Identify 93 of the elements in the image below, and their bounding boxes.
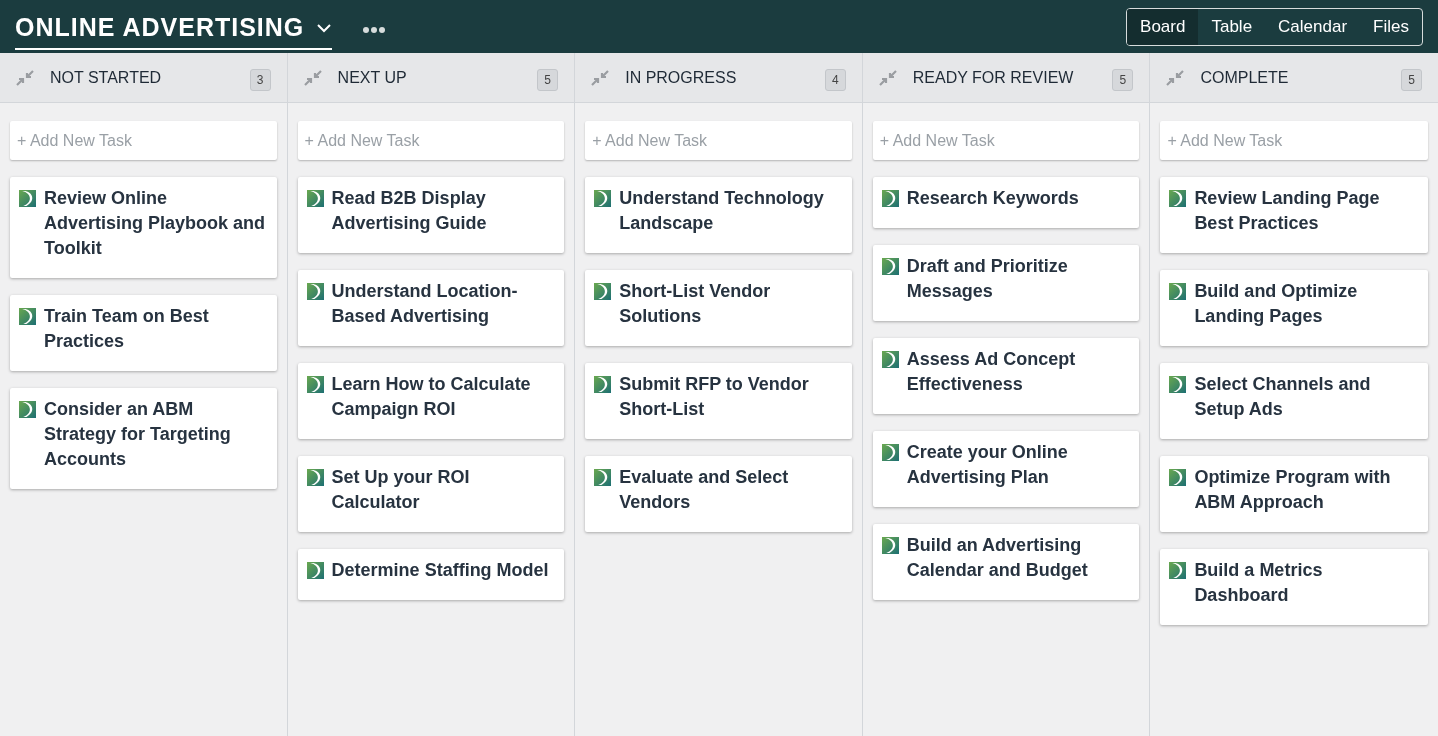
task-title: Evaluate and Select Vendors <box>619 466 790 514</box>
logo-icon <box>1169 376 1187 393</box>
logo-icon <box>1169 562 1187 579</box>
task-card[interactable]: Read B2B Display Advertising Guide <box>297 177 565 253</box>
task-title: Understand Location-Based Advertising <box>331 280 519 328</box>
task-card[interactable]: Learn How to Calculate Campaign ROI <box>297 363 565 439</box>
task-title: Set Up your ROI Calculator <box>331 466 471 514</box>
task-card[interactable]: Consider an ABM Strategy for Targeting Accounts <box>10 388 277 489</box>
task-card[interactable]: Short-List Vendor Solutions <box>585 270 852 346</box>
task-count: 5 <box>537 68 559 91</box>
column-title: IN PROGRESS <box>625 67 737 88</box>
logo-icon <box>881 444 899 461</box>
task-title: Optimize Program with ABM Approach <box>1194 466 1392 514</box>
board-title-dropdown[interactable]: ONLINE ADVERTISING <box>15 8 333 51</box>
logo-icon <box>594 376 612 393</box>
add-task-field[interactable]: + Add New Task <box>872 121 1140 160</box>
task-card[interactable]: Submit RFP to Vendor Short-List <box>585 363 852 439</box>
task-count: 5 <box>1112 68 1134 91</box>
logo-icon <box>19 190 36 207</box>
logo-icon <box>881 190 899 207</box>
task-card[interactable]: Build a Metrics Dashboard <box>1160 549 1428 625</box>
task-card[interactable]: Draft and Prioritize Messages <box>872 245 1140 321</box>
task-card[interactable]: Train Team on Best Practices <box>10 295 277 371</box>
add-task-field[interactable]: + Add New Task <box>1160 121 1428 160</box>
add-task-field[interactable]: + Add New Task <box>585 121 852 160</box>
logo-icon <box>1169 190 1187 207</box>
column-title: NEXT UP <box>337 67 407 88</box>
view-tab[interactable]: Table <box>1198 8 1266 45</box>
task-card[interactable]: Determine Staffing Model <box>297 549 565 600</box>
task-title: Determine Staffing Model <box>331 559 549 582</box>
task-title: Review Online Advertising Playbook and Toolkit <box>44 187 267 260</box>
column-title: READY FOR REVIEW <box>912 67 1074 88</box>
logo-icon <box>306 469 324 486</box>
task-title: Short-List Vendor Solutions <box>619 280 772 328</box>
view-tab[interactable]: Board <box>1127 8 1199 45</box>
task-title: Draft and Prioritize Messages <box>906 255 1069 303</box>
logo-icon <box>881 258 899 275</box>
task-title: Read B2B Display Advertising Guide <box>331 187 488 235</box>
task-title: Build a Metrics Dashboard <box>1194 559 1324 607</box>
collapse-arrows-icon[interactable] <box>590 68 611 87</box>
collapse-arrows-icon[interactable] <box>877 68 898 87</box>
add-task-field[interactable]: + Add New Task <box>10 121 277 160</box>
collapse-arrows-icon[interactable] <box>15 68 35 87</box>
logo-icon <box>1169 283 1187 300</box>
view-tab[interactable]: Files <box>1360 8 1422 45</box>
logo-icon <box>881 351 899 368</box>
logo-icon <box>306 562 324 579</box>
task-title: Consider an ABM Strategy for Targeting Accounts <box>44 398 232 471</box>
collapse-arrows-icon[interactable] <box>302 68 323 87</box>
task-count: 3 <box>249 68 271 91</box>
task-card[interactable]: Assess Ad Concept Effectiveness <box>872 338 1140 414</box>
view-tab[interactable]: Calendar <box>1265 8 1361 45</box>
task-card[interactable]: Set Up your ROI Calculator <box>297 456 565 532</box>
task-title: Submit RFP to Vendor Short-List <box>619 373 810 421</box>
task-card[interactable]: Review Landing Page Best Practices <box>1160 177 1428 253</box>
add-task-field[interactable]: + Add New Task <box>297 121 565 160</box>
task-title: Review Landing Page Best Practices <box>1194 187 1381 235</box>
task-title: Create your Online Advertising Plan <box>906 441 1069 489</box>
logo-icon <box>306 190 324 207</box>
logo-icon <box>594 283 612 300</box>
logo-icon <box>306 376 324 393</box>
task-card[interactable]: Select Channels and Setup Ads <box>1160 363 1428 439</box>
task-title: Understand Technology Landscape <box>619 187 825 235</box>
task-title: Build an Advertising Calendar and Budget <box>906 534 1089 582</box>
task-title: Build and Optimize Landing Pages <box>1194 280 1359 328</box>
column-title: NOT STARTED <box>50 67 162 88</box>
logo-icon <box>594 190 612 207</box>
task-card[interactable]: Build an Advertising Calendar and Budget <box>872 524 1140 600</box>
task-card[interactable]: Build and Optimize Landing Pages <box>1160 270 1428 346</box>
task-card[interactable]: Research Keywords <box>872 177 1140 228</box>
logo-icon <box>881 537 899 554</box>
task-title: Assess Ad Concept Effectiveness <box>906 348 1077 396</box>
task-card[interactable]: Review Online Advertising Playbook and Toolkit <box>10 177 277 278</box>
task-count: 5 <box>1400 68 1422 91</box>
task-title: Learn How to Calculate Campaign ROI <box>331 373 532 421</box>
task-card[interactable]: Evaluate and Select Vendors <box>585 456 852 532</box>
task-count: 4 <box>824 68 846 91</box>
task-card[interactable]: Optimize Program with ABM Approach <box>1160 456 1428 532</box>
logo-icon <box>306 283 324 300</box>
more-dots-icon[interactable] <box>362 25 387 34</box>
chevron-down-icon <box>316 22 333 33</box>
task-title: Research Keywords <box>906 187 1079 210</box>
logo-icon <box>1169 469 1187 486</box>
task-card[interactable]: Understand Location-Based Advertising <box>297 270 565 346</box>
task-card[interactable]: Create your Online Advertising Plan <box>872 431 1140 507</box>
task-title: Select Channels and Setup Ads <box>1194 373 1372 421</box>
collapse-arrows-icon[interactable] <box>1165 68 1186 87</box>
task-card[interactable]: Understand Technology Landscape <box>585 177 852 253</box>
logo-icon <box>19 308 36 325</box>
column-title: COMPLETE <box>1200 67 1289 88</box>
logo-icon <box>594 469 612 486</box>
logo-icon <box>19 401 36 418</box>
task-title: Train Team on Best Practices <box>44 305 210 353</box>
